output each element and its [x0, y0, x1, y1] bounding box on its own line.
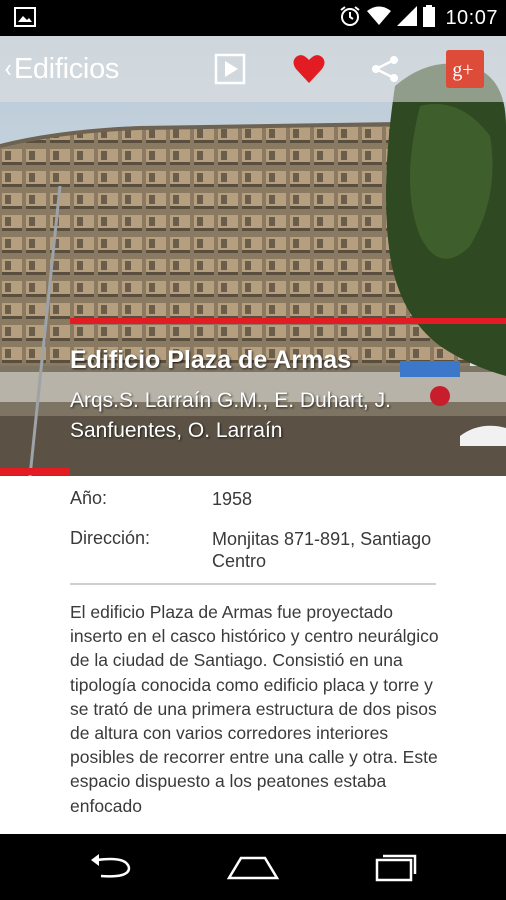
favorite-heart-icon: [293, 55, 325, 83]
chevron-left-icon: ‹: [4, 54, 12, 84]
signal-icon: [397, 6, 418, 30]
navigation-bar: [0, 834, 506, 900]
address-label: Dirección:: [70, 528, 151, 548]
svg-text:g+: g+: [452, 59, 473, 81]
back-button[interactable]: ‹ Edificios: [4, 50, 119, 88]
share-icon: [372, 56, 398, 82]
recents-nav-button[interactable]: [365, 847, 425, 887]
year-value: 1958: [212, 489, 253, 509]
year-label: Año:: [70, 488, 108, 508]
action-bar: ‹ Edificios g+: [0, 36, 506, 102]
share-button[interactable]: [366, 50, 404, 88]
home-nav-button[interactable]: [223, 847, 283, 887]
play-button[interactable]: [211, 50, 249, 88]
details-content: Año: 1958 Dirección: Monjitas 871-891, S…: [0, 476, 506, 834]
back-nav-icon: [91, 854, 131, 878]
accent-line-top: [70, 318, 506, 324]
status-bar: 10:07: [0, 0, 506, 36]
divider: [70, 583, 436, 585]
google-plus-icon: g+: [446, 50, 484, 88]
accent-line-bottom: [0, 468, 70, 475]
back-nav-button[interactable]: [81, 847, 141, 887]
address-value: Monjitas 871-891, Santiago Centro: [212, 529, 432, 571]
home-nav-icon: [226, 856, 280, 880]
building-title: Edificio Plaza de Armas: [70, 346, 352, 374]
image-notification-icon: [14, 7, 36, 27]
google-plus-button[interactable]: g+: [446, 50, 484, 88]
back-label: Edificios: [13, 52, 120, 85]
description-text: El edificio Plaza de Armas fue proyectad…: [70, 602, 439, 816]
play-icon: [214, 53, 246, 85]
wifi-icon: [367, 6, 392, 30]
architects-subtitle: Arqs.S. Larraín G.M., E. Duhart, J. Sanf…: [70, 389, 391, 442]
alarm-icon: [339, 5, 361, 31]
favorite-button[interactable]: [290, 50, 328, 88]
clock-time: 10:07: [445, 6, 498, 29]
recents-nav-icon: [375, 854, 417, 882]
battery-icon: [423, 5, 436, 31]
